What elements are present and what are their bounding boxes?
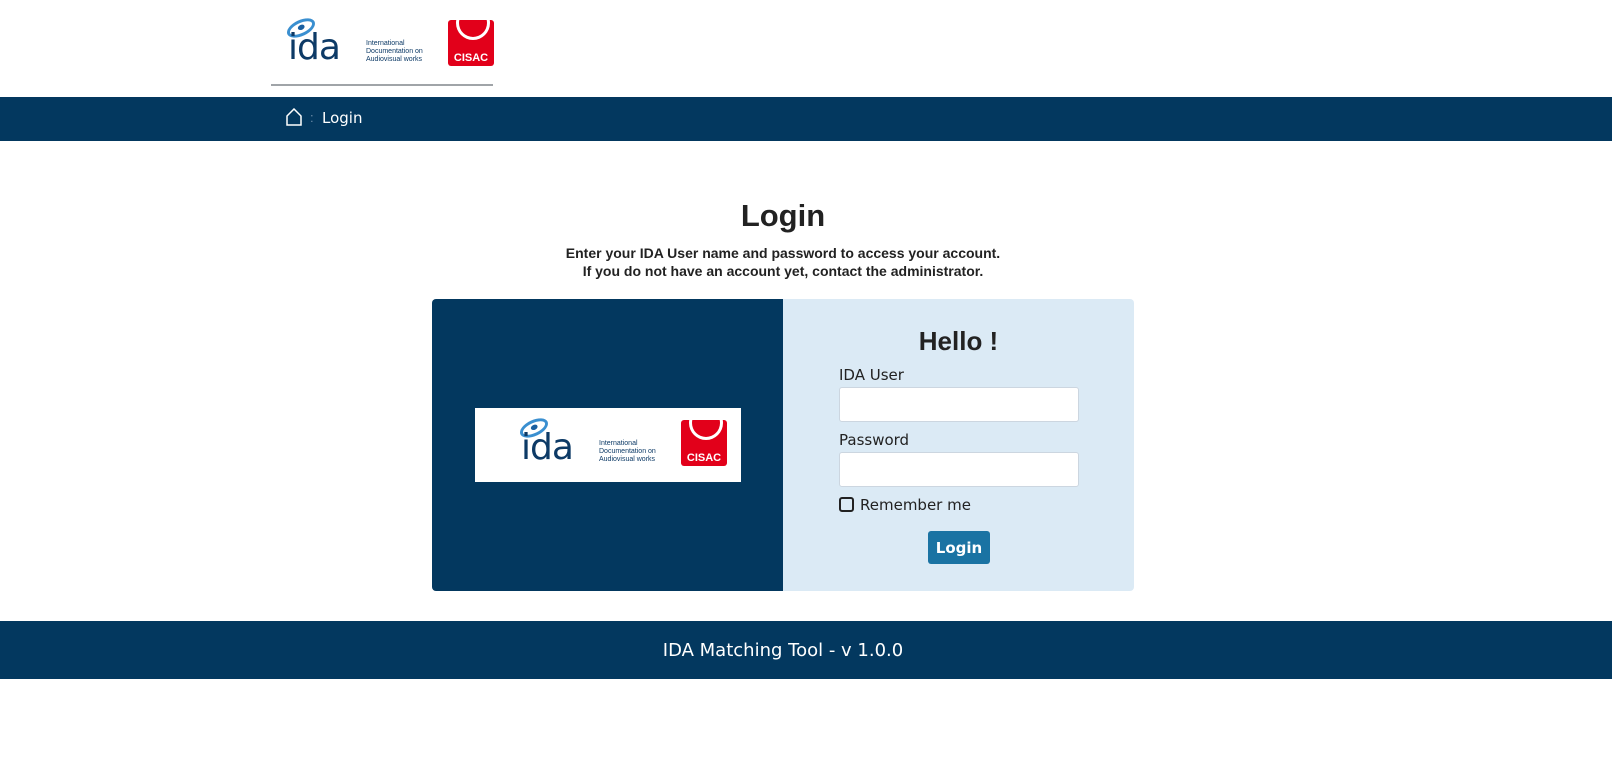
remember-checkbox[interactable] — [839, 497, 854, 512]
breadcrumb: : Login — [0, 97, 1612, 141]
footer: IDA Matching Tool - v 1.0.0 — [0, 621, 1612, 679]
ida-logo: ida — [282, 14, 362, 66]
password-label: Password — [839, 431, 910, 449]
page-title: Login — [740, 198, 826, 233]
password-input[interactable] — [839, 452, 1079, 487]
header-divider — [271, 84, 493, 86]
page-subtitle-2: If you do not have an account yet, conta… — [582, 263, 984, 279]
brand-panel: ida International Documentation on Audio… — [432, 299, 783, 591]
user-label: IDA User — [839, 366, 904, 384]
user-input[interactable] — [839, 387, 1079, 422]
logo-tagline: International Documentation on Audiovisu… — [366, 40, 423, 63]
page-subtitle-1: Enter your IDA User name and password to… — [565, 245, 1001, 261]
footer-text: IDA Matching Tool - v 1.0.0 — [662, 639, 904, 661]
remember-label[interactable]: Remember me — [860, 496, 971, 514]
brand-logo-box: ida International Documentation on Audio… — [475, 408, 741, 482]
home-icon[interactable] — [286, 108, 302, 126]
logo-tagline: International Documentation on Audiovisu… — [599, 440, 656, 463]
login-form: Hello ! IDA User Password Remember me Lo… — [783, 299, 1134, 591]
login-card: ida International Documentation on Audio… — [432, 299, 1134, 591]
header-logo[interactable]: ida International Documentation on Audio… — [282, 14, 494, 66]
ida-logo: ida — [515, 414, 595, 466]
breadcrumb-current: Login — [322, 109, 363, 127]
cisac-logo: CISAC — [448, 20, 494, 66]
breadcrumb-separator: : — [310, 110, 314, 125]
cisac-logo: CISAC — [681, 420, 727, 466]
greeting: Hello ! — [918, 326, 999, 356]
brand-logo: ida International Documentation on Audio… — [515, 414, 727, 466]
login-button[interactable]: Login — [928, 531, 990, 564]
